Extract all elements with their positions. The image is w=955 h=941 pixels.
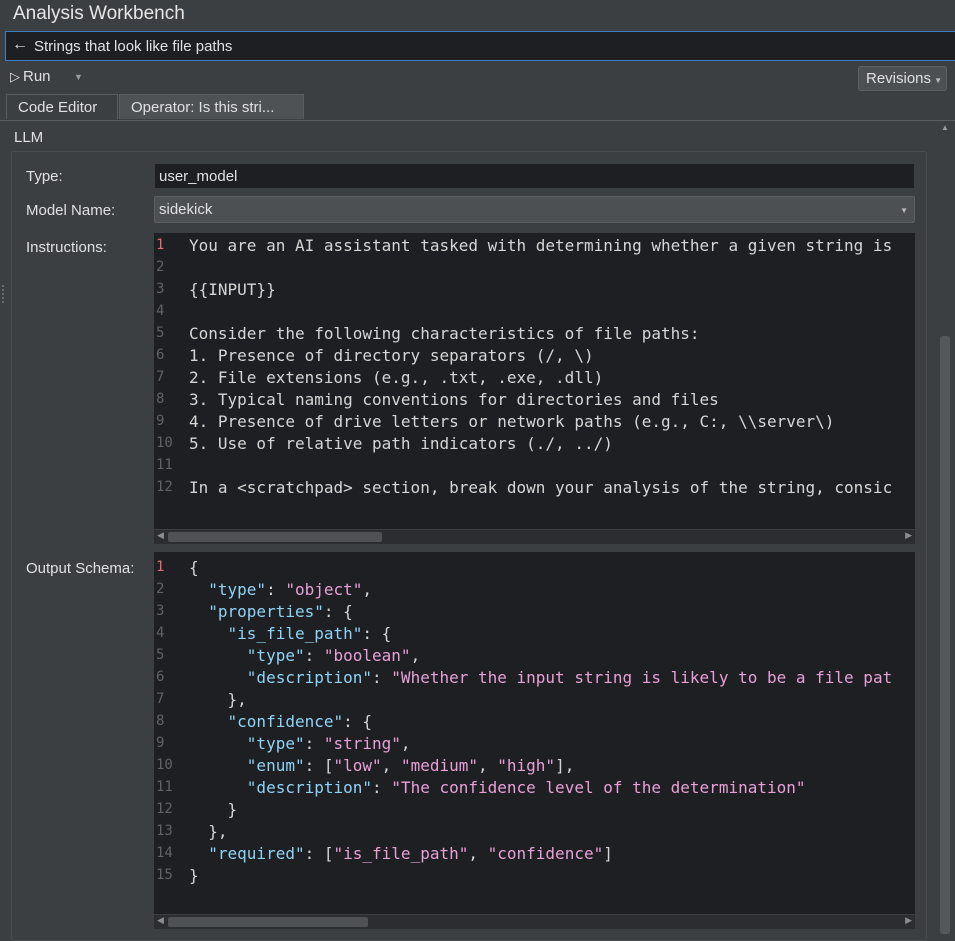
line-number: 1	[156, 237, 165, 253]
line-number: 12	[156, 479, 173, 495]
output-schema-label: Output Schema:	[26, 560, 135, 577]
line-number: 9	[156, 735, 165, 751]
chevron-down-icon: ▼	[934, 76, 942, 85]
line-number: 6	[156, 347, 165, 363]
line-number: 11	[156, 457, 173, 473]
scroll-right-icon[interactable]: ▶	[905, 915, 912, 926]
line-number: 11	[156, 779, 173, 795]
line-number: 4	[156, 625, 165, 641]
line-number: 6	[156, 669, 165, 685]
code-line: },	[189, 822, 228, 841]
code-line: 2. File extensions (e.g., .txt, .exe, .d…	[189, 368, 604, 387]
line-number: 3	[156, 281, 165, 297]
instructions-hscrollbar[interactable]: ◀ ▶	[154, 529, 915, 544]
code-line: {	[189, 558, 199, 577]
schema-hscrollbar[interactable]: ◀ ▶	[154, 914, 915, 929]
code-line: "type": "string",	[246, 734, 411, 753]
code-line: "description": "The confidence level of …	[246, 778, 806, 797]
line-number: 7	[156, 369, 165, 385]
line-number: 15	[156, 867, 173, 883]
line-number: 8	[156, 391, 165, 407]
type-field[interactable]: user_model	[154, 163, 915, 189]
line-number: 3	[156, 603, 165, 619]
model-name-select[interactable]: sidekick ▼	[154, 196, 915, 223]
scroll-right-icon[interactable]: ▶	[905, 530, 912, 541]
tab-code-editor[interactable]: Code Editor	[6, 94, 118, 119]
line-number: 4	[156, 303, 165, 319]
revisions-label: Revisions	[866, 70, 932, 87]
run-label: Run	[23, 68, 51, 85]
line-number: 12	[156, 801, 173, 817]
line-number: 7	[156, 691, 165, 707]
code-line: 1. Presence of directory separators (/, …	[189, 346, 594, 365]
window-title: Analysis Workbench	[13, 3, 185, 24]
code-line: 4. Presence of drive letters or network …	[189, 412, 835, 431]
instructions-editor[interactable]: 1 2 3 4 5 6 7 8 9 10 11 12 You are an AI…	[154, 233, 915, 529]
code-line: 3. Typical naming conventions for direct…	[189, 390, 719, 409]
code-line: },	[189, 690, 247, 709]
code-line: Consider the following characteristics o…	[189, 324, 700, 343]
line-number: 2	[156, 259, 165, 275]
tab-bar: Code Editor Operator: Is this stri...	[0, 93, 955, 121]
line-number: 1	[156, 559, 165, 575]
scroll-left-icon[interactable]: ◀	[157, 915, 164, 926]
code-line: "is_file_path": {	[227, 624, 392, 643]
resize-grip[interactable]	[2, 285, 6, 303]
chevron-down-icon: ▼	[900, 206, 908, 215]
section-title: LLM	[14, 129, 44, 146]
code-line: "enum": ["low", "medium", "high"],	[246, 756, 575, 775]
code-line: {{INPUT}}	[189, 280, 276, 299]
scroll-left-icon[interactable]: ◀	[157, 530, 164, 541]
scroll-up-icon[interactable]: ▲	[941, 123, 949, 132]
scroll-thumb[interactable]	[940, 336, 950, 934]
code-line: 5. Use of relative path indicators (./, …	[189, 434, 613, 453]
query-input[interactable]	[34, 35, 934, 57]
code-line: In a <scratchpad> section, break down yo…	[189, 478, 893, 497]
line-number: 14	[156, 845, 173, 861]
code-line: "type": "boolean",	[246, 646, 421, 665]
line-number: 13	[156, 823, 173, 839]
query-bar: ←	[5, 31, 955, 61]
panel-vscrollbar[interactable]: ▲	[938, 121, 952, 934]
line-number: 10	[156, 757, 173, 773]
run-dropdown-icon[interactable]: ▼	[74, 72, 83, 82]
instructions-label: Instructions:	[26, 239, 107, 256]
tab-operator[interactable]: Operator: Is this stri...	[119, 94, 304, 119]
code-line: "properties": {	[208, 602, 353, 621]
code-line: "confidence": {	[227, 712, 373, 731]
title-bar: Analysis Workbench	[0, 0, 955, 30]
type-label: Type:	[26, 168, 63, 185]
play-icon: ▷	[10, 69, 20, 84]
revisions-button[interactable]: Revisions ▼	[858, 66, 947, 91]
code-line: "required": ["is_file_path", "confidence…	[208, 844, 613, 863]
code-line: "type": "object",	[208, 580, 373, 599]
toolbar: ▷ Run ▼	[0, 64, 955, 92]
line-number: 5	[156, 647, 165, 663]
scroll-thumb[interactable]	[168, 532, 382, 542]
code-line: "description": "Whether the input string…	[246, 668, 893, 687]
schema-editor[interactable]: 1 2 3 4 5 6 7 8 9 10 11 12 13 14 15 { "t…	[154, 552, 915, 914]
line-number: 9	[156, 413, 165, 429]
line-number: 10	[156, 435, 173, 451]
line-number: 8	[156, 713, 165, 729]
line-number: 2	[156, 581, 165, 597]
scroll-thumb[interactable]	[168, 917, 368, 927]
model-name-label: Model Name:	[26, 202, 116, 219]
code-line: }	[189, 866, 199, 885]
run-button[interactable]: ▷ Run	[10, 68, 51, 85]
arrow-left-icon[interactable]: ←	[12, 36, 28, 54]
code-line: You are an AI assistant tasked with dete…	[189, 236, 893, 255]
line-number: 5	[156, 325, 165, 341]
model-name-value: sidekick	[159, 201, 213, 218]
code-line: }	[227, 800, 238, 819]
